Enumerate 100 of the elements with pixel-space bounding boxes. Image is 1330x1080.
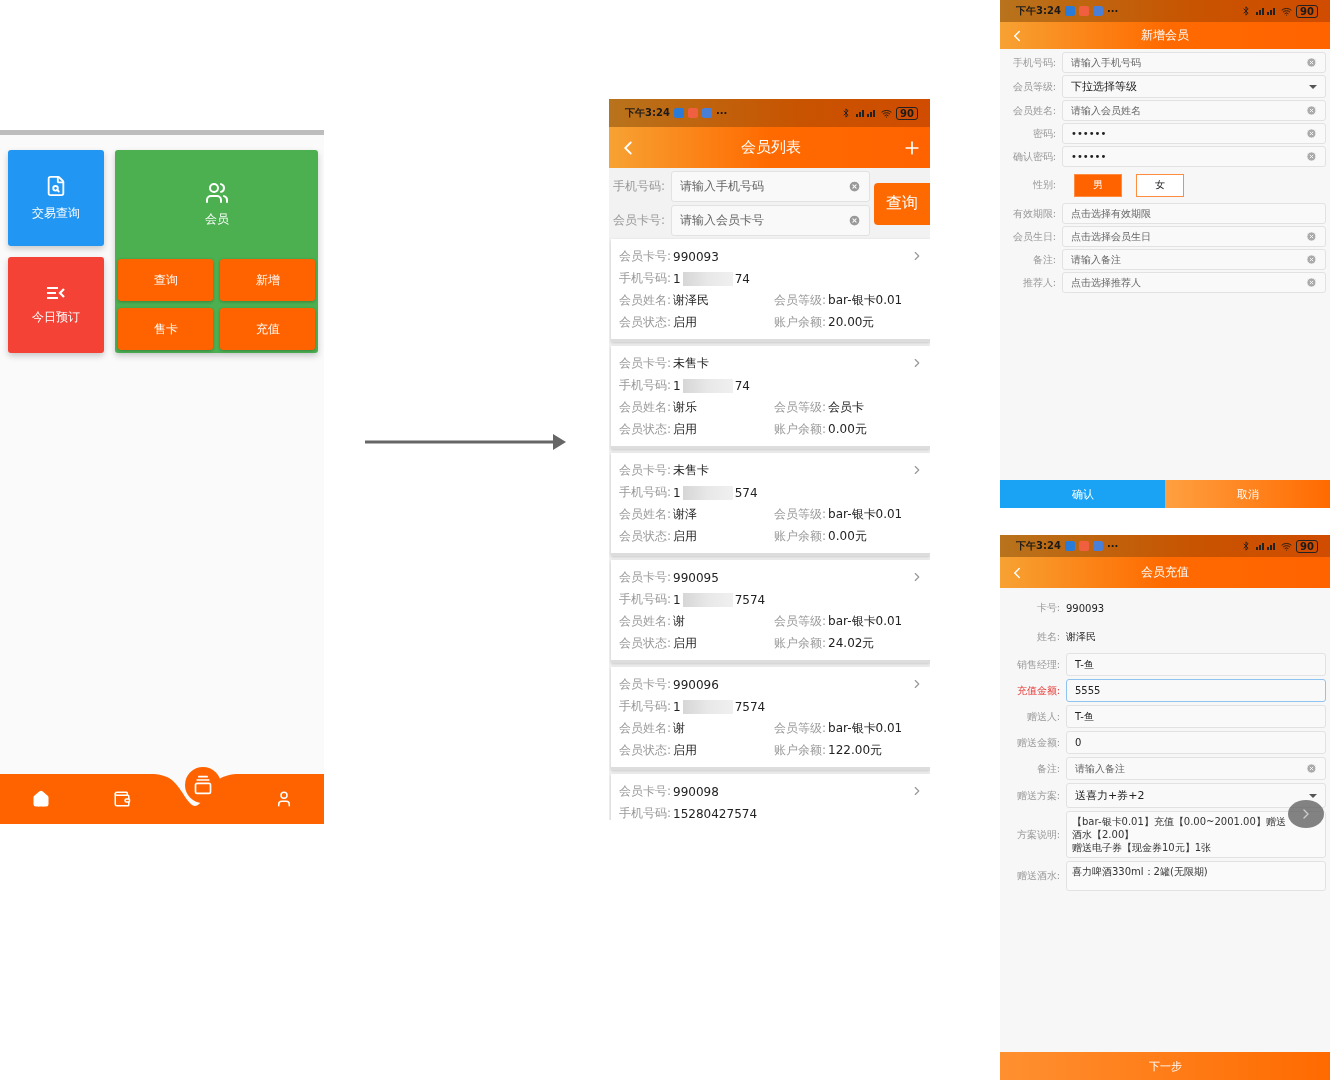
member-info: 会员姓名: 谢乐 xyxy=(619,399,699,416)
bluetooth-icon xyxy=(841,108,852,118)
clear-icon[interactable] xyxy=(1306,57,1317,68)
input-field[interactable]: 点击选择推荐人 xyxy=(1062,272,1326,293)
clear-icon[interactable] xyxy=(848,214,861,227)
member-card[interactable]: 会员卡号: 990095 手机号码: 1 7574 会员姓名: 谢 会员等级: bar-银卡0.01 会员状态: 启用 账户余额: 24.02元 xyxy=(611,560,930,663)
field-value: 谢泽民 xyxy=(1066,630,1096,644)
member-info: 会员姓名: 谢泽 xyxy=(619,506,699,523)
app-icon xyxy=(673,108,684,118)
blur-patch xyxy=(682,699,733,714)
member-info: 手机号码: 1 7574 xyxy=(619,698,766,715)
member-info: 会员等级: 会员卡 xyxy=(774,399,865,416)
member-card[interactable]: 会员卡号: 未售卡 手机号码: 1 574 会员姓名: 谢泽 会员等级: bar-银卡0.01 会员状态: 启用 账户余额: 0.00元 xyxy=(611,453,930,556)
field-label: 销售经理: xyxy=(1015,657,1060,672)
dropdown-field[interactable]: 送喜力+券+2 xyxy=(1066,783,1326,808)
field-label: 密码: xyxy=(1031,126,1056,141)
member-card[interactable]: 会员卡号: 990096 手机号码: 1 7574 会员姓名: 谢 会员等级: bar-银卡0.01 会员状态: 启用 账户余额: 122.00元 xyxy=(611,667,930,770)
input-field[interactable]: 请输入备注 xyxy=(1066,757,1326,780)
search-field[interactable]: 请输入会员卡号 xyxy=(671,205,870,236)
status-time: 下午3:24 xyxy=(625,106,670,120)
member-info: 手机号码: 1 74 xyxy=(619,377,750,394)
member-info: 会员等级: bar-银卡0.01 xyxy=(774,292,903,309)
member-info: 会员卡号: 990096 xyxy=(619,676,719,693)
member-info: 会员等级: bar-银卡0.01 xyxy=(774,613,903,630)
clear-icon[interactable] xyxy=(1306,105,1317,116)
input-field[interactable]: T-鱼 xyxy=(1066,653,1326,676)
more-notifications: ··· xyxy=(1106,5,1119,17)
input-field[interactable]: •••••• xyxy=(1062,146,1326,167)
search-document-icon xyxy=(45,174,67,197)
clear-icon[interactable] xyxy=(1306,763,1317,774)
member-info: 会员等级: bar-银卡0.01 xyxy=(774,506,903,523)
text-line: 酒水【2.00】 xyxy=(1072,828,1136,841)
text-line: 赠送电子券【现金券10元】1张 xyxy=(1072,841,1213,854)
input-field[interactable]: T-鱼 xyxy=(1066,705,1326,728)
field-value: 990093 xyxy=(1066,602,1105,614)
member-card[interactable]: 会员卡号: 990098 手机号码: 15280427574 xyxy=(611,774,930,820)
member-info: 手机号码: 15280427574 xyxy=(619,805,758,820)
field-label: 手机号码: xyxy=(613,178,667,195)
signal-icon xyxy=(1255,541,1278,551)
input-field[interactable]: 请输入会员姓名 xyxy=(1062,100,1326,121)
gender-option[interactable]: 女 xyxy=(1136,173,1184,197)
member-card[interactable]: 会员卡号: 990093 手机号码: 1 74 会员姓名: 谢泽民 会员等级: bar-银卡0.01 会员状态: 启用 账户余额: 20.00元 xyxy=(611,239,930,342)
member-info: 手机号码: 1 574 xyxy=(619,484,758,501)
field-label: 推荐人: xyxy=(1021,275,1056,290)
app-icon xyxy=(701,108,712,118)
app-icon xyxy=(1064,6,1075,16)
text-line: 【bar-银卡0.01】充值【0.00~2001.00】赠送 xyxy=(1072,815,1287,828)
search-field[interactable]: 请输入手机号码 xyxy=(671,171,870,202)
input-field[interactable]: 请输入手机号码 xyxy=(1062,52,1326,73)
clear-icon[interactable] xyxy=(1306,151,1317,162)
page-title: 会员充值 xyxy=(1140,564,1190,581)
member-info: 会员状态: 启用 xyxy=(619,314,699,331)
field-label: 备注: xyxy=(1031,252,1056,267)
list-icon xyxy=(46,284,66,301)
battery-icon: 90 xyxy=(1296,539,1318,553)
member-info: 手机号码: 1 7574 xyxy=(619,591,766,608)
signal-icon xyxy=(855,108,878,118)
member-info: 会员等级: bar-银卡0.01 xyxy=(774,720,903,737)
wallet-icon[interactable] xyxy=(112,790,131,808)
input-field[interactable]: 0 xyxy=(1066,731,1326,754)
menu-tile[interactable]: 交易查询 xyxy=(8,150,104,246)
input-field[interactable]: 点击选择有效期限 xyxy=(1062,203,1326,224)
field-label: 备注: xyxy=(1035,761,1060,776)
member-info: 账户余额: 20.00元 xyxy=(774,314,875,331)
member-info: 会员卡号: 990098 xyxy=(619,783,719,800)
field-label: 会员姓名: xyxy=(1011,103,1056,118)
member-info: 会员卡号: 990093 xyxy=(619,248,719,265)
member-info: 会员卡号: 未售卡 xyxy=(619,355,710,372)
member-title: 会员 xyxy=(204,211,229,228)
input-field[interactable]: 请输入备注 xyxy=(1062,249,1326,270)
status-time: 下午3:24 xyxy=(1016,4,1061,18)
blur-patch xyxy=(682,592,733,607)
clear-icon[interactable] xyxy=(1306,231,1317,242)
battery-icon: 90 xyxy=(1296,4,1318,18)
page-title: 新增会员 xyxy=(1140,27,1190,44)
caret-icon xyxy=(1309,793,1317,798)
input-field[interactable]: •••••• xyxy=(1062,123,1326,144)
dropdown-field[interactable]: 下拉选择等级 xyxy=(1062,75,1326,98)
member-info: 手机号码: 1 74 xyxy=(619,270,750,287)
member-card[interactable]: 会员卡号: 未售卡 手机号码: 1 74 会员姓名: 谢乐 会员等级: 会员卡 会员状态: 启用 账户余额: 0.00元 xyxy=(611,346,930,449)
clear-icon[interactable] xyxy=(1306,277,1317,288)
wifi-icon xyxy=(881,107,893,119)
input-field[interactable]: 点击选择会员生日 xyxy=(1062,226,1326,247)
menu-tile[interactable]: 今日预订 xyxy=(8,257,104,353)
field-label: 有效期限: xyxy=(1011,206,1056,221)
clear-icon[interactable] xyxy=(1306,254,1317,265)
app-icon xyxy=(1064,541,1075,551)
member-info: 会员姓名: 谢泽民 xyxy=(619,292,711,309)
member-info: 会员卡号: 990095 xyxy=(619,569,719,586)
input-field[interactable]: 5555 xyxy=(1066,679,1326,702)
blur-patch xyxy=(682,271,733,286)
clear-icon[interactable] xyxy=(848,180,861,193)
field-label: 会员生日: xyxy=(1011,229,1056,244)
clear-icon[interactable] xyxy=(1306,128,1317,139)
member-info: 账户余额: 0.00元 xyxy=(774,528,867,545)
field-label: 姓名: xyxy=(1035,630,1060,644)
member-info: 账户余额: 122.00元 xyxy=(774,742,883,759)
field-label: 赠送人: xyxy=(1025,709,1060,724)
users-icon xyxy=(204,181,229,205)
home-icon[interactable] xyxy=(31,790,50,808)
